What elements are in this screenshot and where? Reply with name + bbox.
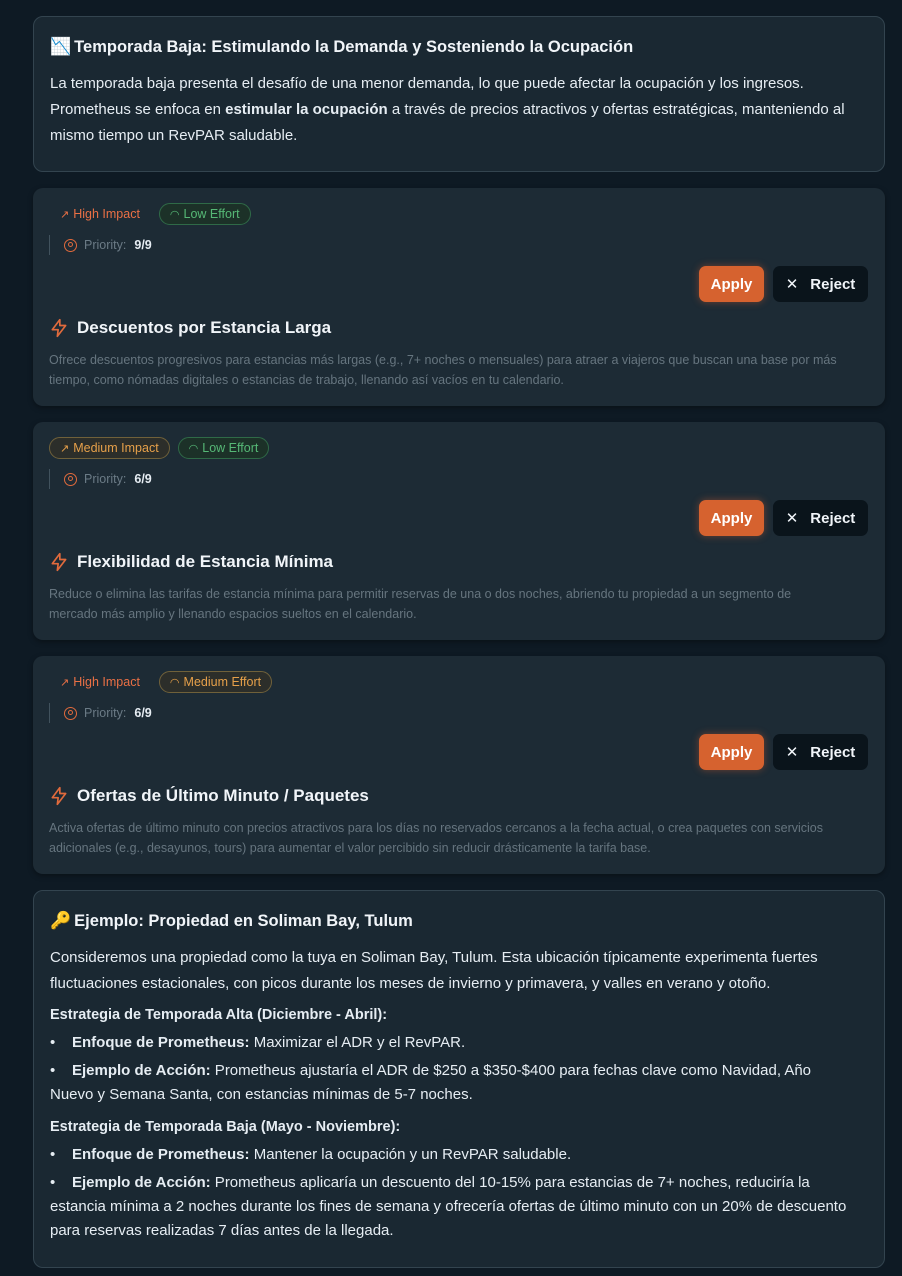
priority-value: 6/9 xyxy=(134,472,152,486)
list-item: Enfoque de Prometheus: Mantener la ocupa… xyxy=(50,1143,854,1167)
gauge-icon: ◠ xyxy=(188,441,199,455)
lightning-icon xyxy=(51,786,67,806)
priority-value: 6/9 xyxy=(134,706,152,720)
recommendation-description: Ofrece descuentos progresivos para estan… xyxy=(49,350,867,390)
low-season-card: 📉 Temporada Baja: Estimulando la Demanda… xyxy=(33,16,885,172)
description-line-1: Ofrece descuentos progresivos para estan… xyxy=(49,353,837,367)
recommendation-card: ↗ High Impact ◠ Medium Effort Priority: 6/… xyxy=(33,656,885,874)
priority-label: Priority: xyxy=(84,706,127,720)
low-season-list: Enfoque de Prometheus: Mantener la ocupa… xyxy=(50,1143,854,1247)
lightning-icon xyxy=(51,552,67,572)
priority: Priority: 6/9 xyxy=(49,469,152,489)
key-icon: 🔑 xyxy=(50,911,72,931)
low-season-description: La temporada baja presenta el desafío de… xyxy=(50,71,854,149)
recommendation-title: Ofertas de Último Minuto / Paquetes xyxy=(49,786,369,806)
target-icon xyxy=(64,706,77,720)
effort-badge: ◠ Medium Effort xyxy=(158,671,273,693)
gauge-icon: ◠ xyxy=(169,207,180,221)
badges: ↗ High Impact ◠ Medium Effort xyxy=(49,671,273,693)
recommendation-title: Descuentos por Estancia Larga xyxy=(49,318,331,338)
impact-label: Medium Impact xyxy=(73,441,159,455)
example-label: Ejemplo de Acción: xyxy=(72,1062,211,1079)
chart-decreasing-icon: 📉 xyxy=(50,37,72,57)
reject-label: Reject xyxy=(810,509,856,527)
apply-button[interactable]: Apply xyxy=(699,500,764,536)
impact-badge: ↗ High Impact xyxy=(49,671,151,693)
recommendation-description: Activa ofertas de último minuto con prec… xyxy=(49,818,867,858)
example-label: Ejemplo de Acción: xyxy=(72,1174,211,1191)
apply-button[interactable]: Apply xyxy=(699,266,764,302)
low-season-emphasis: estimular la ocupación xyxy=(225,101,388,118)
example-title-text: Ejemplo: Propiedad en Soliman Bay, Tulum xyxy=(74,911,413,930)
lightning-icon xyxy=(51,318,67,338)
trending-up-icon: ↗ xyxy=(60,675,70,689)
low-season-line-2: Prometheus se enfoca en estimular la ocu… xyxy=(50,97,854,123)
reject-button[interactable]: ✕ Reject xyxy=(773,734,868,770)
apply-button[interactable]: Apply xyxy=(699,734,764,770)
description-line-1: Activa ofertas de último minuto con prec… xyxy=(49,821,824,835)
impact-badge: ↗ Medium Impact xyxy=(49,437,170,459)
example-title: 🔑 Ejemplo: Propiedad en Soliman Bay, Tul… xyxy=(50,911,413,931)
low-season-title-text: Temporada Baja: Estimulando la Demanda y… xyxy=(74,37,634,56)
trending-up-icon: ↗ xyxy=(60,207,70,221)
target-icon xyxy=(64,472,77,486)
recommendation-card: ↗ High Impact ◠ Low Effort Priority: 9/9 A… xyxy=(33,188,885,406)
impact-label: High Impact xyxy=(73,675,140,689)
gauge-icon: ◠ xyxy=(169,675,180,689)
recommendation-title-text: Flexibilidad de Estancia Mínima xyxy=(77,552,334,571)
impact-label: High Impact xyxy=(73,207,140,221)
recommendation-card: ↗ Medium Impact ◠ Low Effort Priority: 6/9… xyxy=(33,422,885,640)
trending-up-icon: ↗ xyxy=(60,441,70,455)
example-intro: Consideremos una propiedad como la tuya … xyxy=(50,945,854,997)
close-icon: ✕ xyxy=(785,509,799,527)
recommendation-title: Flexibilidad de Estancia Mínima xyxy=(49,552,333,572)
target-icon xyxy=(64,238,77,252)
low-season-heading: Estrategia de Temporada Baja (Mayo - Nov… xyxy=(50,1119,401,1135)
example-intro-line-1: Consideremos una propiedad como la tuya … xyxy=(50,949,818,966)
effort-label: Low Effort xyxy=(183,207,240,221)
effort-badge: ◠ Low Effort xyxy=(158,203,251,225)
list-item: Ejemplo de Acción: Prometheus ajustaría … xyxy=(50,1059,854,1107)
low-season-line-2-post: a través de precios atractivos y ofertas… xyxy=(387,101,845,118)
description-line-1: Reduce o elimina las tarifas de estancia… xyxy=(49,587,792,601)
recommendation-title-text: Ofertas de Último Minuto / Paquetes xyxy=(77,786,369,805)
description-line-2: tiempo, como nómadas digitales o estanci… xyxy=(49,373,564,387)
priority-value: 9/9 xyxy=(134,238,152,252)
reject-label: Reject xyxy=(810,275,856,293)
badges: ↗ High Impact ◠ Low Effort xyxy=(49,203,251,225)
focus-text: Mantener la ocupación y un RevPAR saluda… xyxy=(249,1146,572,1163)
description-line-2: mercado más amplio y llenando espacios s… xyxy=(49,607,417,621)
low-season-title: 📉 Temporada Baja: Estimulando la Demanda… xyxy=(50,37,633,57)
priority: Priority: 9/9 xyxy=(49,235,152,255)
priority: Priority: 6/9 xyxy=(49,703,152,723)
low-season-line-2-pre: Prometheus se enfoca en xyxy=(50,101,226,118)
focus-label: Enfoque de Prometheus: xyxy=(72,1034,250,1051)
effort-label: Low Effort xyxy=(202,441,259,455)
focus-text: Maximizar el ADR y el RevPAR. xyxy=(249,1034,466,1051)
reject-button[interactable]: ✕ Reject xyxy=(773,266,868,302)
high-season-heading: Estrategia de Temporada Alta (Diciembre … xyxy=(50,1007,388,1023)
close-icon: ✕ xyxy=(785,275,799,293)
focus-label: Enfoque de Prometheus: xyxy=(72,1146,250,1163)
low-season-line-3: mismo tiempo un RevPAR saludable. xyxy=(50,127,298,144)
impact-badge: ↗ High Impact xyxy=(49,203,151,225)
effort-badge: ◠ Low Effort xyxy=(177,437,270,459)
description-line-2: adicionales (e.g., desayunos, tours) par… xyxy=(49,841,651,855)
example-card: 🔑 Ejemplo: Propiedad en Soliman Bay, Tul… xyxy=(33,890,885,1268)
reject-label: Reject xyxy=(810,743,856,761)
recommendation-description: Reduce o elimina las tarifas de estancia… xyxy=(49,584,867,624)
low-season-line-1: La temporada baja presenta el desafío de… xyxy=(50,75,804,92)
effort-label: Medium Effort xyxy=(183,675,262,689)
high-season-list: Enfoque de Prometheus: Maximizar el ADR … xyxy=(50,1031,854,1111)
priority-label: Priority: xyxy=(84,472,127,486)
example-intro-line-2: fluctuaciones estacionales, con picos du… xyxy=(50,975,771,992)
recommendation-title-text: Descuentos por Estancia Larga xyxy=(77,318,332,337)
priority-label: Priority: xyxy=(84,238,127,252)
list-item: Enfoque de Prometheus: Maximizar el ADR … xyxy=(50,1031,854,1055)
list-item: Ejemplo de Acción: Prometheus aplicaría … xyxy=(50,1171,854,1243)
badges: ↗ Medium Impact ◠ Low Effort xyxy=(49,437,270,459)
reject-button[interactable]: ✕ Reject xyxy=(773,500,868,536)
close-icon: ✕ xyxy=(785,743,799,761)
